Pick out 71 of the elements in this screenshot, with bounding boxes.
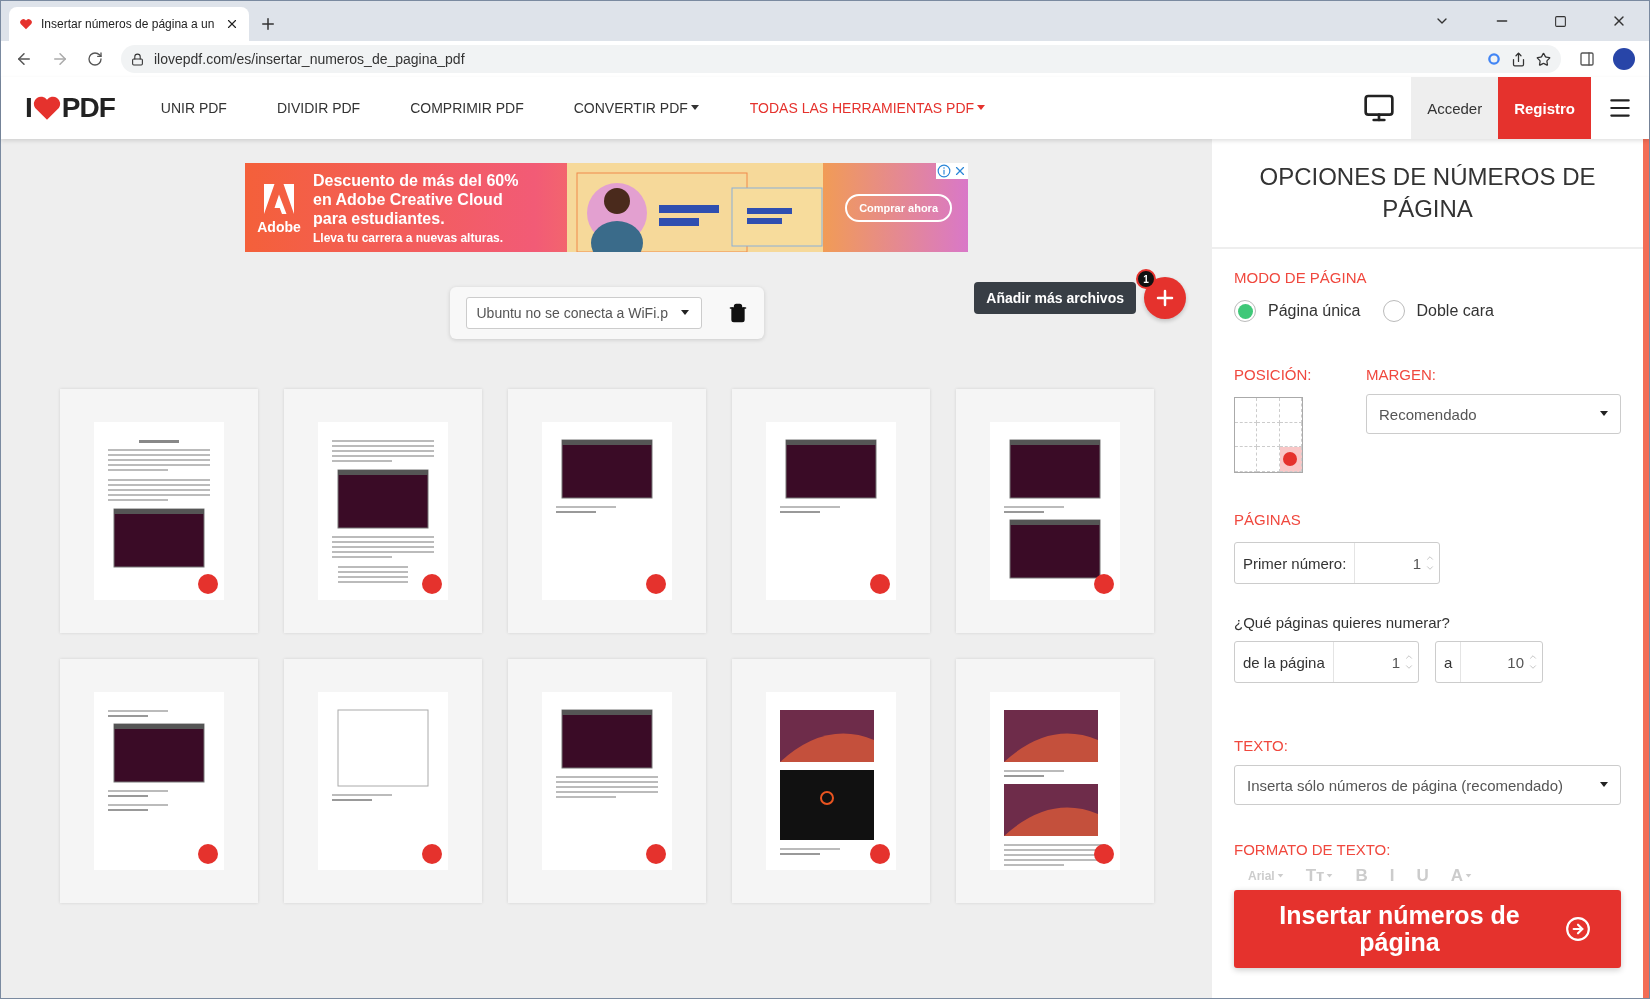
desktop-download-icon[interactable] <box>1363 92 1396 124</box>
close-icon[interactable] <box>225 17 239 31</box>
section-label: PÁGINAS <box>1234 511 1302 528</box>
submit-button[interactable]: Insertar números de página <box>1234 890 1621 968</box>
arrow-circle-icon <box>1565 916 1591 942</box>
position-cell[interactable] <box>1235 398 1258 423</box>
tooltip: Añadir más archivos <box>974 282 1136 314</box>
maximize-icon[interactable] <box>1554 14 1567 28</box>
section-label: FORMATO DE TEXTO: <box>1234 841 1392 858</box>
section-label: MARGEN: <box>1366 366 1437 383</box>
position-cell[interactable] <box>1279 447 1302 472</box>
profile-avatar[interactable] <box>1613 48 1635 70</box>
side-panel-icon[interactable] <box>1579 51 1595 67</box>
page-card[interactable] <box>731 659 930 903</box>
text-select[interactable]: Inserta sólo números de página (recomendado) <box>1234 765 1621 805</box>
login-link[interactable]: Acceder <box>1411 77 1499 139</box>
browser-tab[interactable]: Insertar números de página a un <box>9 7 249 41</box>
caret-icon <box>1598 781 1610 789</box>
file-count-badge: 1 <box>1136 269 1156 289</box>
position-cell[interactable] <box>1257 447 1280 472</box>
page-card[interactable] <box>955 659 1154 903</box>
add-files-button[interactable] <box>1144 277 1186 319</box>
back-icon[interactable] <box>15 50 33 68</box>
new-tab-icon[interactable] <box>259 15 277 33</box>
page-card[interactable] <box>283 389 482 633</box>
address-field[interactable]: ilovepdf.com/es/insertar_numeros_de_pagina_pdf <box>121 45 1561 73</box>
caret-icon <box>1598 410 1610 418</box>
position-cell[interactable] <box>1257 422 1280 448</box>
page-card[interactable] <box>507 659 706 903</box>
page-card[interactable] <box>507 389 706 633</box>
url-text: ilovepdf.com/es/insertar_numeros_de_pagina_pdf <box>154 51 466 67</box>
page-card[interactable] <box>59 389 258 633</box>
trash-icon[interactable] <box>727 303 748 323</box>
nav-link[interactable]: DIVIDIR PDF <box>276 100 361 116</box>
tab-title: Insertar números de página a un <box>41 17 216 31</box>
nav-link[interactable]: COMPRIMIR PDF <box>410 100 524 116</box>
position-cell[interactable] <box>1279 398 1302 423</box>
position-cell[interactable] <box>1235 422 1258 448</box>
ad-headline: en Adobe Creative Cloud <box>313 189 504 209</box>
page-card[interactable] <box>731 389 930 633</box>
radio-option[interactable]: Página única <box>1234 300 1361 322</box>
ad-headline: Descuento de más del 60% <box>313 170 520 190</box>
info-icon[interactable] <box>937 164 951 178</box>
radio-option[interactable]: Doble cara <box>1382 300 1494 322</box>
question-label: ¿Qué páginas quieres numerar? <box>1234 614 1451 631</box>
page-card[interactable] <box>59 659 258 903</box>
radio-label: Página única <box>1268 302 1361 320</box>
caret-icon <box>678 309 691 317</box>
nav-link[interactable]: TODAS LAS HERRAMIENTAS PDF <box>749 100 987 116</box>
reload-icon[interactable] <box>87 51 103 67</box>
margin-select[interactable]: Recomendado <box>1366 394 1621 434</box>
ad-headline: para estudiantes. <box>313 208 446 228</box>
position-cell[interactable] <box>1235 447 1258 472</box>
register-button[interactable]: Registro <box>1498 77 1591 139</box>
share-icon[interactable] <box>1511 51 1526 67</box>
radio-label: Doble cara <box>1416 302 1494 320</box>
section-label: POSICIÓN: <box>1234 366 1313 383</box>
logo[interactable]: I PDF <box>25 92 115 124</box>
star-icon[interactable] <box>1536 51 1551 67</box>
nav-link[interactable]: CONVERTIR PDF <box>573 100 700 116</box>
section-label: MODO DE PÁGINA <box>1234 269 1368 286</box>
position-cell[interactable] <box>1257 398 1280 423</box>
nav-link[interactable]: UNIR PDF <box>160 100 227 116</box>
ad-tagline: Lleva tu carrera a nuevas alturas. <box>313 230 505 245</box>
file-select[interactable]: Ubuntu no se conecta a WiFi.p <box>465 297 702 329</box>
page-card[interactable] <box>955 389 1154 633</box>
lock-icon <box>131 52 144 66</box>
section-label: TEXTO: <box>1234 737 1289 754</box>
panel-title: OPCIONES DE NÚMEROS DE PÁGINA <box>1212 139 1643 249</box>
ad-brand: Adobe <box>257 218 301 235</box>
heart-icon <box>19 17 33 31</box>
